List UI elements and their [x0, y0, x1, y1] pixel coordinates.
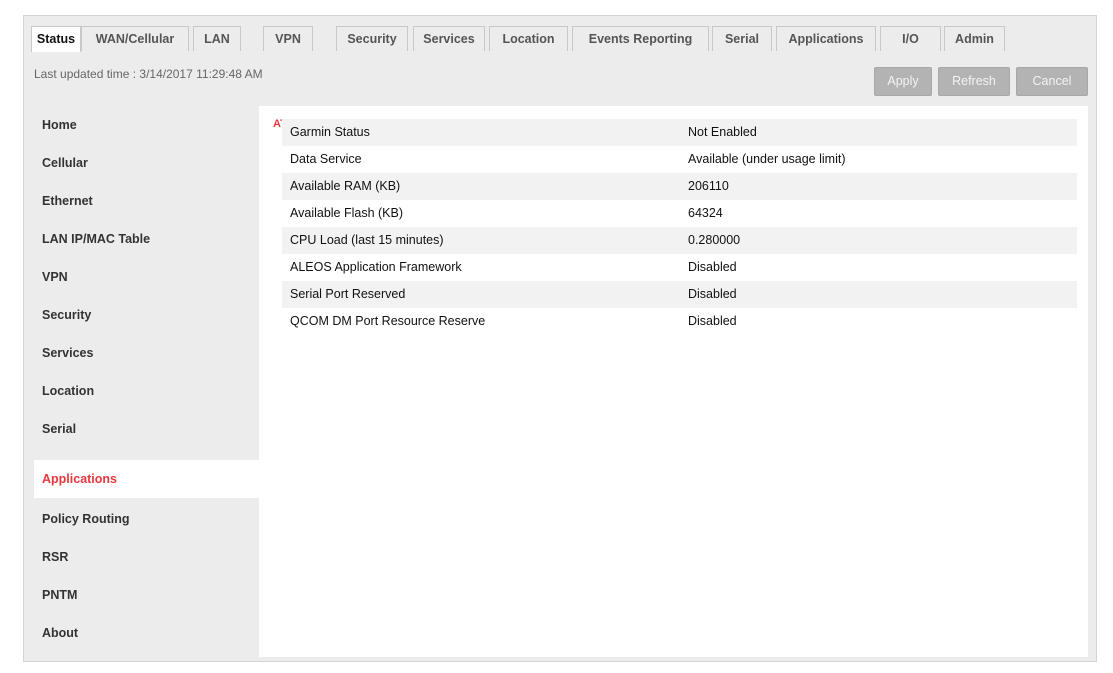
row-value: 206110: [688, 179, 729, 193]
sidebar-item-vpn[interactable]: VPN: [34, 258, 259, 296]
row-label: CPU Load (last 15 minutes): [290, 233, 444, 247]
status-row-ram: Available RAM (KB) 206110: [282, 173, 1077, 200]
row-label: Serial Port Reserved: [290, 287, 406, 301]
sidebar-item-security[interactable]: Security: [34, 296, 259, 334]
last-updated-text: Last updated time : 3/14/2017 11:29:48 A…: [34, 67, 263, 81]
sidebar-item-cellular[interactable]: Cellular: [34, 144, 259, 182]
row-value: Available (under usage limit): [688, 152, 846, 166]
sidebar-item-services[interactable]: Services: [34, 334, 259, 372]
row-label: QCOM DM Port Resource Reserve: [290, 314, 486, 328]
row-label: Available Flash (KB): [290, 206, 404, 220]
tab-events-reporting[interactable]: Events Reporting: [572, 26, 709, 51]
sidebar-item-pntm[interactable]: PNTM: [34, 576, 259, 614]
tab-wan-cellular[interactable]: WAN/Cellular: [81, 26, 189, 51]
tab-serial[interactable]: Serial: [712, 26, 772, 51]
refresh-button[interactable]: Refresh: [938, 67, 1010, 96]
apply-button[interactable]: Apply: [874, 67, 932, 96]
tab-services[interactable]: Services: [413, 26, 485, 51]
status-row-qcom-dm: QCOM DM Port Resource Reserve Disabled: [282, 308, 1077, 335]
row-value: 64324: [688, 206, 723, 220]
tab-security[interactable]: Security: [336, 26, 408, 51]
row-value: Disabled: [688, 314, 737, 328]
sidebar-item-applications[interactable]: Applications: [34, 460, 259, 498]
sidebar-item-lan-ip-mac-table[interactable]: LAN IP/MAC Table: [34, 220, 259, 258]
sidebar-item-about[interactable]: About: [34, 614, 259, 652]
sidebar-item-policy-routing[interactable]: Policy Routing: [34, 500, 259, 538]
config-frame: Status WAN/Cellular LAN VPN Security Ser…: [23, 15, 1097, 662]
tab-status[interactable]: Status: [31, 26, 81, 52]
row-value: Disabled: [688, 287, 737, 301]
sidebar-item-ethernet[interactable]: Ethernet: [34, 182, 259, 220]
tab-applications[interactable]: Applications: [776, 26, 876, 51]
row-label: Garmin Status: [290, 125, 370, 139]
status-row-flash: Available Flash (KB) 64324: [282, 200, 1077, 227]
tab-location[interactable]: Location: [489, 26, 568, 51]
sidebar-item-rsr[interactable]: RSR: [34, 538, 259, 576]
status-panel: AT Garmin Status Not Enabled Data Servic…: [259, 106, 1088, 657]
row-label: ALEOS Application Framework: [290, 260, 462, 274]
tab-io[interactable]: I/O: [880, 26, 941, 51]
sidebar-item-serial[interactable]: Serial: [34, 410, 259, 448]
row-value: 0.280000: [688, 233, 741, 247]
status-row-garmin: Garmin Status Not Enabled: [282, 119, 1077, 146]
tab-admin[interactable]: Admin: [944, 26, 1005, 51]
cancel-button[interactable]: Cancel: [1016, 67, 1088, 96]
status-row-serial-port: Serial Port Reserved Disabled: [282, 281, 1077, 308]
row-value: Not Enabled: [688, 125, 757, 139]
row-value: Disabled: [688, 260, 737, 274]
row-label: Available RAM (KB): [290, 179, 401, 193]
sidebar-item-home[interactable]: Home: [34, 106, 259, 144]
tab-lan[interactable]: LAN: [193, 26, 241, 51]
row-label: Data Service: [290, 152, 362, 166]
status-row-aleos-framework: ALEOS Application Framework Disabled: [282, 254, 1077, 281]
sidebar-item-location[interactable]: Location: [34, 372, 259, 410]
status-row-data-service: Data Service Available (under usage limi…: [282, 146, 1077, 173]
tab-vpn[interactable]: VPN: [263, 26, 313, 51]
status-row-cpu-load: CPU Load (last 15 minutes) 0.280000: [282, 227, 1077, 254]
